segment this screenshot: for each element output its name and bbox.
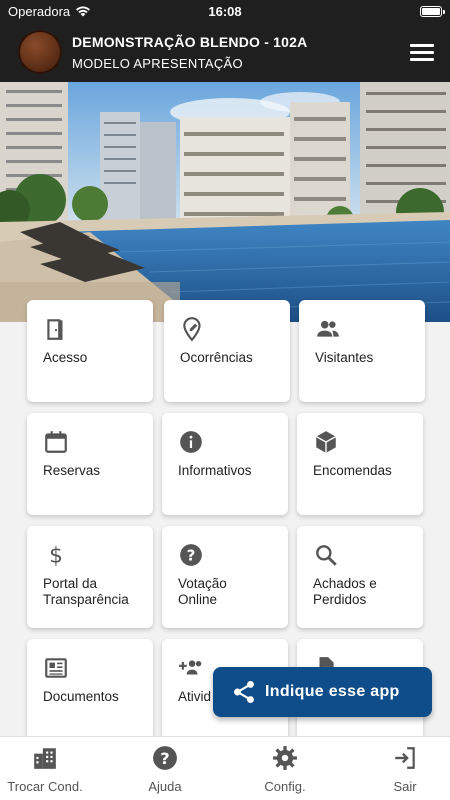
tile-label: Encomendas — [313, 463, 392, 478]
tile-label: Portal da Transparência — [43, 576, 129, 607]
condo-avatar[interactable] — [18, 30, 62, 74]
tile-label: Ativid — [178, 689, 212, 704]
nav-label: Ajuda — [148, 779, 182, 794]
package-icon — [315, 431, 337, 453]
battery-icon — [420, 5, 445, 17]
help-icon: ? — [180, 544, 202, 566]
exit-icon — [395, 747, 415, 769]
tile-visitantes[interactable]: Visitantes — [299, 300, 425, 402]
tile-label: Acesso — [43, 350, 88, 365]
nav-ajuda[interactable]: ? Ajuda — [120, 737, 210, 800]
tile-ocorrencias[interactable]: Ocorrências — [164, 300, 290, 402]
info-icon — [180, 431, 202, 453]
tile-label: Reservas — [43, 463, 101, 478]
hamburger-menu-icon[interactable] — [410, 41, 434, 63]
calendar-icon — [45, 431, 67, 453]
nav-trocar-cond[interactable]: Trocar Cond. — [0, 737, 90, 800]
header-text: DEMONSTRAÇÃO BLENDO - 102A MODELO APRESE… — [72, 34, 410, 71]
header-title: DEMONSTRAÇÃO BLENDO - 102A — [72, 33, 308, 50]
svg-text:?: ? — [160, 749, 169, 768]
gear-icon — [273, 746, 297, 770]
tile-label: Ocorrências — [180, 350, 253, 365]
app-header: DEMONSTRAÇÃO BLENDO - 102A MODELO APRESE… — [0, 22, 450, 82]
nav-label: Trocar Cond. — [7, 779, 83, 794]
help-circle-icon: ? — [153, 746, 177, 770]
group-add-icon — [179, 660, 202, 675]
status-time: 16:08 — [208, 3, 242, 19]
svg-text:?: ? — [187, 546, 196, 564]
status-bar: Operadora 16:08 — [0, 0, 450, 22]
tile-encomendas[interactable]: Encomendas — [297, 413, 423, 515]
tile-informativos[interactable]: Informativos — [162, 413, 288, 515]
header-subtitle: MODELO APRESENTAÇÃO — [72, 55, 243, 71]
nav-label: Config. — [264, 779, 306, 794]
tile-votacao-online[interactable]: ? Votação Online — [162, 526, 288, 628]
nav-sair[interactable]: Sair — [360, 737, 450, 800]
bottom-nav: Trocar Cond. ? Ajuda Config. Sair — [0, 736, 450, 800]
status-left: Operadora — [8, 4, 91, 19]
dollar-icon: $ — [49, 544, 63, 568]
door-icon — [47, 319, 63, 340]
hero-image — [0, 82, 450, 322]
tile-achados-perdidos[interactable]: Achados e Perdidos — [297, 526, 423, 628]
buildings-icon — [34, 748, 56, 769]
nav-config[interactable]: Config. — [240, 737, 330, 800]
tile-label: Documentos — [43, 689, 119, 704]
pool-building-illustration — [0, 82, 450, 322]
share-icon — [234, 680, 254, 704]
pin-edit-icon — [183, 317, 201, 342]
search-icon — [316, 545, 337, 566]
tile-documentos[interactable]: Documentos — [27, 639, 153, 741]
svg-text:$: $ — [49, 544, 63, 568]
tile-label: Achados e Perdidos — [313, 576, 377, 607]
share-app-label: Indique esse app — [265, 683, 400, 700]
wifi-icon — [76, 6, 91, 17]
tile-label: Informativos — [178, 463, 252, 478]
nav-label: Sair — [393, 779, 417, 794]
newspaper-icon — [45, 658, 67, 678]
carrier-label: Operadora — [8, 3, 71, 19]
people-icon — [317, 320, 339, 337]
tile-portal-transparencia[interactable]: $ Portal da Transparência — [27, 526, 153, 628]
tile-acesso[interactable]: Acesso — [27, 300, 153, 402]
tile-label: Votação Online — [178, 576, 227, 607]
share-app-button[interactable]: Indique esse app — [213, 667, 432, 717]
tile-label: Visitantes — [315, 350, 374, 365]
tile-reservas[interactable]: Reservas — [27, 413, 153, 515]
